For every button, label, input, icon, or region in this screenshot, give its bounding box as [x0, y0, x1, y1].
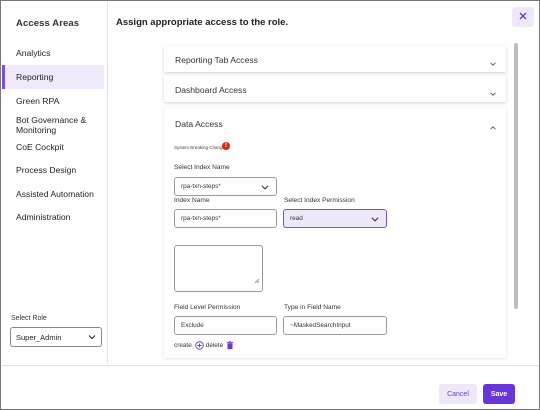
create-label: create: [174, 341, 192, 349]
permission-operations-row: create delete: [174, 341, 234, 350]
field-level-permission-input[interactable]: Exclude: [174, 316, 277, 335]
role-access-dialog: Access Areas Analytics Reporting Green R…: [0, 0, 540, 410]
type-in-field-name-value: ~MaskedSearchInput: [290, 322, 351, 329]
sidebar-item-process-design[interactable]: Process Design: [2, 165, 104, 175]
warning-icon: !: [222, 142, 230, 150]
sidebar-item-green-rpa[interactable]: Green RPA: [2, 96, 104, 106]
footer-divider: [2, 365, 538, 366]
sidebar-item-bot-governance[interactable]: Bot Governance & Monitoring: [2, 115, 102, 135]
select-index-permission-dropdown[interactable]: read: [283, 209, 387, 228]
sidebar-item-assisted-automation[interactable]: Assisted Automation: [2, 189, 104, 199]
type-in-field-name-input[interactable]: ~MaskedSearchInput: [283, 316, 387, 335]
accordion-dashboard-access[interactable]: Dashboard Access: [164, 76, 506, 102]
index-name-input[interactable]: rpa-txn-steps*: [174, 209, 277, 228]
field-level-permission-value: Exclude: [181, 322, 204, 329]
chevron-up-icon[interactable]: [489, 119, 497, 137]
access-areas-sidebar: Access Areas Analytics Reporting Green R…: [2, 2, 108, 363]
index-name-value: rpa-txn-steps*: [181, 215, 221, 222]
select-role-label: Select Role: [11, 315, 47, 322]
select-index-permission-value: read: [290, 215, 303, 222]
chevron-down-icon: [260, 183, 270, 194]
scrollbar-thumb[interactable]: [514, 43, 518, 309]
close-icon: [518, 8, 528, 26]
sidebar-item-reporting[interactable]: Reporting: [2, 65, 104, 89]
page-title: Assign appropriate access to the role.: [116, 17, 289, 28]
index-name-label: Index Name: [174, 197, 210, 204]
chevron-down-icon: [489, 55, 497, 73]
cancel-button[interactable]: Cancel: [439, 384, 477, 404]
save-button[interactable]: Save: [483, 384, 515, 404]
accordion-reporting-tab-access[interactable]: Reporting Tab Access: [164, 46, 506, 72]
select-index-name-label: Select Index Name: [174, 164, 230, 171]
chevron-down-icon: [370, 215, 380, 226]
add-circle-icon[interactable]: [195, 341, 204, 350]
sidebar-item-analytics[interactable]: Analytics: [2, 48, 104, 58]
sidebar-item-coe-cockpit[interactable]: CoE Cockpit: [2, 142, 104, 152]
sidebar-title: Access Areas: [16, 18, 80, 29]
select-index-name-dropdown[interactable]: rpa-txn-steps*: [174, 177, 277, 196]
role-select-value: Super_Admin: [16, 332, 62, 342]
accordion-title: Dashboard Access: [175, 85, 247, 95]
system-breaking-changes-label: System Breaking Changes: [174, 145, 228, 150]
trash-icon[interactable]: [226, 341, 234, 350]
fields-textarea[interactable]: [174, 245, 263, 292]
chevron-down-icon: [489, 85, 497, 103]
chevron-down-icon: [87, 332, 97, 344]
resize-grip-icon[interactable]: [254, 271, 260, 289]
close-button[interactable]: [512, 7, 534, 27]
accordion-title: Reporting Tab Access: [175, 55, 258, 65]
select-index-name-value: rpa-txn-steps*: [181, 183, 221, 190]
select-index-permission-label: Select Index Permission: [284, 197, 355, 204]
sidebar-item-administration[interactable]: Administration: [2, 212, 104, 222]
type-in-field-name-label: Type in Field Name: [284, 304, 341, 311]
field-level-permission-label: Field Level Permission: [174, 304, 241, 311]
role-select[interactable]: Super_Admin: [10, 327, 102, 347]
delete-label: delete: [205, 341, 224, 349]
accordion-title[interactable]: Data Access: [175, 119, 223, 129]
